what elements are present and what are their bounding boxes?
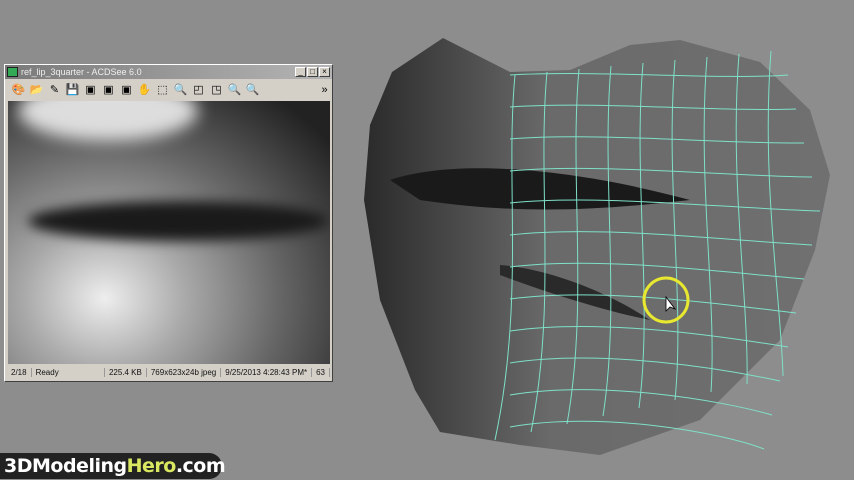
status-date: 9/25/2013 4:28:43 PM* xyxy=(221,368,313,377)
acdsee-window[interactable]: ref_lip_3quarter - ACDSee 6.0 _ □ × 🎨 📂 ✎ 💾… xyxy=(4,64,333,382)
hand-icon[interactable]: ✋ xyxy=(137,83,152,98)
status-size: 225.4 KB xyxy=(105,368,147,377)
status-state: Ready xyxy=(32,368,105,377)
maximize-button[interactable]: □ xyxy=(307,67,318,77)
title-bar[interactable]: ref_lip_3quarter - ACDSee 6.0 _ □ × xyxy=(5,65,332,79)
more-tools-button[interactable]: » xyxy=(317,83,332,98)
lip-mesh[interactable] xyxy=(364,38,830,455)
minimize-button[interactable]: _ xyxy=(295,67,306,77)
select-icon[interactable]: ⬚ xyxy=(155,83,170,98)
next-image-icon[interactable]: ▣ xyxy=(101,83,116,98)
slideshow-icon[interactable]: ▣ xyxy=(119,83,134,98)
status-bar: 2/18 Ready 225.4 KB 769x623x24b jpeg 9/2… xyxy=(7,365,330,380)
save-icon[interactable]: 💾 xyxy=(65,83,80,98)
rotate-right-icon[interactable]: ◳ xyxy=(209,83,224,98)
prev-image-icon[interactable]: ▣ xyxy=(83,83,98,98)
toolbar: 🎨 📂 ✎ 💾 ▣ ▣ ▣ ✋ ⬚ 🔍 ◰ ◳ 🔍 🔍» xyxy=(5,79,332,101)
edit-icon[interactable]: ✎ xyxy=(47,83,62,98)
status-zoom: 63 xyxy=(312,368,330,377)
zoom-icon[interactable]: 🔍 xyxy=(173,83,188,98)
zoom-out-icon[interactable]: 🔍 xyxy=(227,83,242,98)
window-title: ref_lip_3quarter - ACDSee 6.0 xyxy=(21,67,142,77)
rotate-left-icon[interactable]: ◰ xyxy=(191,83,206,98)
status-dims: 769x623x24b jpeg xyxy=(147,368,222,377)
browse-icon[interactable]: 📂 xyxy=(29,83,44,98)
close-button[interactable]: × xyxy=(319,67,330,77)
app-icon xyxy=(7,67,18,77)
reference-image xyxy=(8,101,330,364)
acquire-icon[interactable]: 🎨 xyxy=(11,83,26,98)
watermark-logo: 3DModelingHero.com xyxy=(0,453,226,479)
status-index: 2/18 xyxy=(7,368,32,377)
zoom-in-icon[interactable]: 🔍 xyxy=(245,83,260,98)
